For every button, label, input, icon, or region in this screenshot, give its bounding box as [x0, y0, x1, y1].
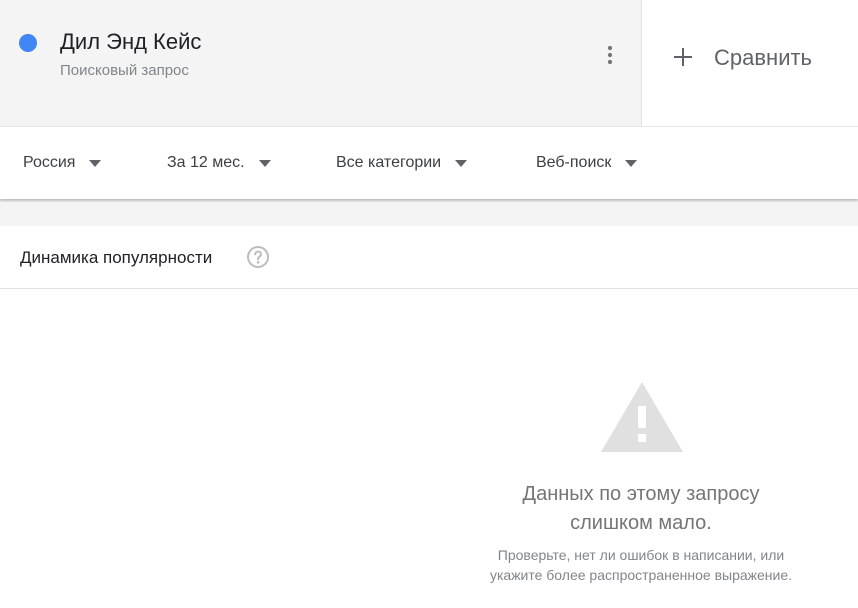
- warning-triangle-icon: [601, 382, 683, 452]
- search-type-filter[interactable]: Веб-поиск: [536, 151, 638, 175]
- period-filter[interactable]: За 12 мес.: [167, 151, 271, 175]
- search-term-card: Дил Энд Кейс Поисковый запрос: [0, 0, 641, 126]
- empty-state-hint: Проверьте, нет ли ошибок в написании, ил…: [440, 545, 842, 585]
- search-term-title[interactable]: Дил Энд Кейс: [60, 28, 201, 56]
- search-term-type: Поисковый запрос: [60, 62, 189, 79]
- empty-state-hint-line: укажите более распространенное выражение…: [489, 567, 793, 583]
- series-color-dot: [19, 34, 37, 52]
- region-filter[interactable]: Россия: [23, 151, 102, 175]
- category-filter-label: Все категории: [336, 154, 442, 171]
- widget-title: Динамика популярности: [20, 248, 213, 267]
- empty-state-title: Данных по этому запросу слишком мало.: [440, 480, 842, 538]
- caret-down-icon: [625, 160, 638, 167]
- region-filter-label: Россия: [23, 154, 76, 171]
- filter-bar: Россия За 12 мес. Все категории Веб-поис…: [0, 126, 858, 199]
- more-options-button[interactable]: [598, 38, 622, 72]
- empty-state-hint-line: Проверьте, нет ли ошибок в написании, ил…: [497, 547, 785, 563]
- period-filter-label: За 12 мес.: [167, 154, 245, 171]
- caret-down-icon: [455, 160, 468, 167]
- empty-state-title-line: слишком мало.: [570, 512, 712, 534]
- compare-button[interactable]: Сравнить: [641, 0, 858, 126]
- google-trends-explore-page: Дил Энд Кейс Поисковый запрос Сравнить Р…: [0, 0, 858, 608]
- help-circle-icon[interactable]: [246, 245, 270, 269]
- caret-down-icon: [258, 160, 271, 167]
- more-vert-icon: [607, 45, 613, 65]
- search-type-filter-label: Веб-поиск: [536, 154, 612, 171]
- caret-down-icon: [89, 160, 102, 167]
- widget-header: Динамика популярности: [0, 226, 858, 289]
- interest-over-time-widget: Динамика популярности Данных по этому за…: [0, 226, 858, 608]
- compare-label: Сравнить: [714, 45, 813, 70]
- plus-icon: [674, 48, 692, 66]
- category-filter[interactable]: Все категории: [336, 151, 468, 175]
- empty-state-title-line: Данных по этому запросу: [522, 483, 760, 505]
